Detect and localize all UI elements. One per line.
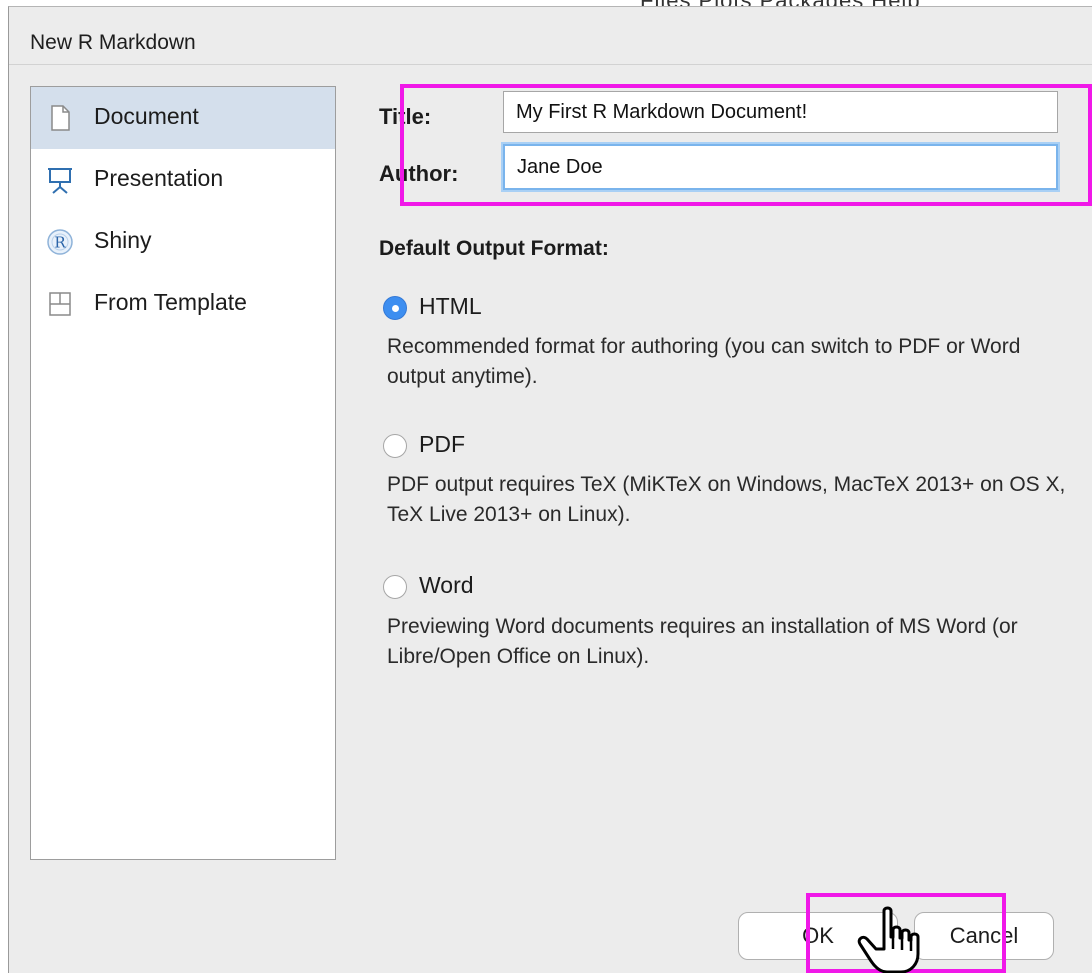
presentation-icon xyxy=(48,168,72,194)
html-radio-label[interactable]: HTML xyxy=(419,293,482,320)
word-radio-label[interactable]: Word xyxy=(419,572,474,599)
pdf-radio-label[interactable]: PDF xyxy=(419,431,465,458)
sidebar-item-label: From Template xyxy=(94,289,247,315)
template-icon xyxy=(49,292,71,316)
dialog-titlebar: New R Markdown xyxy=(9,7,1092,65)
sidebar-item-label: Shiny xyxy=(94,227,152,253)
sidebar-item-label: Presentation xyxy=(94,165,224,191)
pdf-description: PDF output requires TeX (MiKTeX on Windo… xyxy=(387,473,1066,526)
document-type-sidebar: Document Presentation R Shiny From Templ… xyxy=(30,86,336,860)
title-author-highlight-box xyxy=(400,84,1092,206)
word-description: Previewing Word documents requires an in… xyxy=(387,615,1018,668)
hand-pointer-icon xyxy=(857,906,920,973)
word-radio[interactable] xyxy=(383,575,407,599)
sidebar-item-from-template[interactable]: From Template xyxy=(31,273,335,335)
sidebar-item-label: Document xyxy=(94,103,199,129)
html-radio[interactable] xyxy=(383,296,407,320)
html-description: Recommended format for authoring (you ca… xyxy=(387,335,1021,388)
sidebar-item-shiny[interactable]: R Shiny xyxy=(31,211,335,273)
shiny-r-icon: R xyxy=(47,229,73,255)
sidebar-item-document[interactable]: Document xyxy=(31,87,335,149)
window-left-edge xyxy=(0,0,8,973)
pdf-radio[interactable] xyxy=(383,434,407,458)
default-output-format-heading: Default Output Format: xyxy=(379,237,609,260)
dialog-title: New R Markdown xyxy=(30,31,196,54)
svg-text:R: R xyxy=(54,234,66,252)
sidebar-item-presentation[interactable]: Presentation xyxy=(31,149,335,211)
document-icon xyxy=(51,105,70,131)
